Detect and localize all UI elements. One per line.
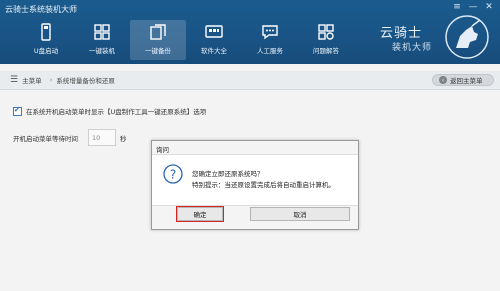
back-arrow-icon: ‹ <box>439 76 447 84</box>
brand-logo: 云骑士 装机大师 <box>378 14 490 60</box>
nav-one-click-backup[interactable]: 一键备份 <box>130 20 186 60</box>
minimize-icon[interactable]: — <box>468 2 478 12</box>
menu-icon[interactable]: ☰ <box>10 75 18 85</box>
close-icon[interactable]: ✕ <box>484 2 494 12</box>
wait-time-row: 开机启动菜单等待时间 10 秒 <box>13 129 127 146</box>
chat-icon <box>262 25 278 40</box>
wait-time-label: 开机启动菜单等待时间 <box>13 134 78 143</box>
confirm-dialog: 询问 ? 您确定立即还原系统吗？ 特别提示：当还原设置完成后将自动重启计算机。 … <box>151 140 359 230</box>
nav-label: 人工服务 <box>257 47 283 55</box>
header-bar: 云骑士系统装机大师 ≡ — ✕ U盘启动 一键装机 一键备份 软件大全 人工服务… <box>0 0 500 64</box>
dialog-message-1: 您确定立即还原系统吗？ <box>192 170 264 178</box>
back-to-main-button[interactable]: ‹ 返回主菜单 <box>432 74 494 86</box>
breadcrumb-separator-icon: › <box>49 76 53 84</box>
nav-usb-boot[interactable]: U盘启动 <box>18 20 74 60</box>
dialog-message-2: 特别提示：当还原设置完成后将自动重启计算机。 <box>192 181 335 189</box>
knight-horse-icon <box>445 15 489 59</box>
breadcrumb: ☰ 主菜单 › 系统增量备份和还原 ‹ 返回主菜单 <box>0 71 500 90</box>
nav-faq[interactable]: 问题解答 <box>298 20 354 60</box>
wait-time-input[interactable]: 10 <box>88 129 116 146</box>
nav-label: U盘启动 <box>33 47 59 55</box>
window-controls: ≡ — ✕ <box>452 2 494 12</box>
breadcrumb-home[interactable]: 主菜单 <box>22 75 42 85</box>
nav-software[interactable]: 软件大全 <box>186 20 242 60</box>
breadcrumb-current: 系统增量备份和还原 <box>56 77 115 85</box>
menu-icon[interactable]: ≡ <box>452 2 462 12</box>
nav-label: 一键装机 <box>89 47 115 55</box>
show-boot-menu-checkbox[interactable] <box>13 106 22 116</box>
main-nav: U盘启动 一键装机 一键备份 软件大全 人工服务 问题解答 <box>18 20 354 60</box>
app-title: 云骑士系统装机大师 <box>5 5 77 14</box>
cancel-button[interactable]: 取消 <box>250 207 350 221</box>
grid-icon <box>94 24 110 40</box>
question-icon: ? <box>163 164 183 184</box>
show-boot-menu-label: 在系统开机启动菜单时显示【U盘制作工具一键还原系统】选项 <box>26 108 207 116</box>
nav-one-click-install[interactable]: 一键装机 <box>74 20 130 60</box>
confirm-button[interactable]: 确定 <box>176 206 224 222</box>
nav-manual-service[interactable]: 人工服务 <box>242 20 298 60</box>
nav-label: 软件大全 <box>201 47 227 55</box>
usb-drive-icon <box>41 23 51 41</box>
wait-time-unit: 秒 <box>120 134 127 143</box>
software-icon <box>205 25 223 38</box>
svg-text:?: ? <box>170 168 176 182</box>
show-boot-menu-option: 在系统开机启动菜单时显示【U盘制作工具一键还原系统】选项 <box>13 106 206 116</box>
logo-line1: 云骑士 <box>380 26 423 41</box>
dialog-body: ? 您确定立即还原系统吗？ 特别提示：当还原设置完成后将自动重启计算机。 <box>152 154 358 206</box>
logo-line2: 装机大师 <box>392 43 433 53</box>
nav-label: 一键备份 <box>145 47 171 55</box>
back-button-label: 返回主菜单 <box>450 77 483 85</box>
nav-label: 问题解答 <box>313 47 339 55</box>
backup-icon <box>150 24 166 40</box>
question-grid-icon <box>318 24 334 40</box>
dialog-title: 询问 <box>156 146 169 154</box>
